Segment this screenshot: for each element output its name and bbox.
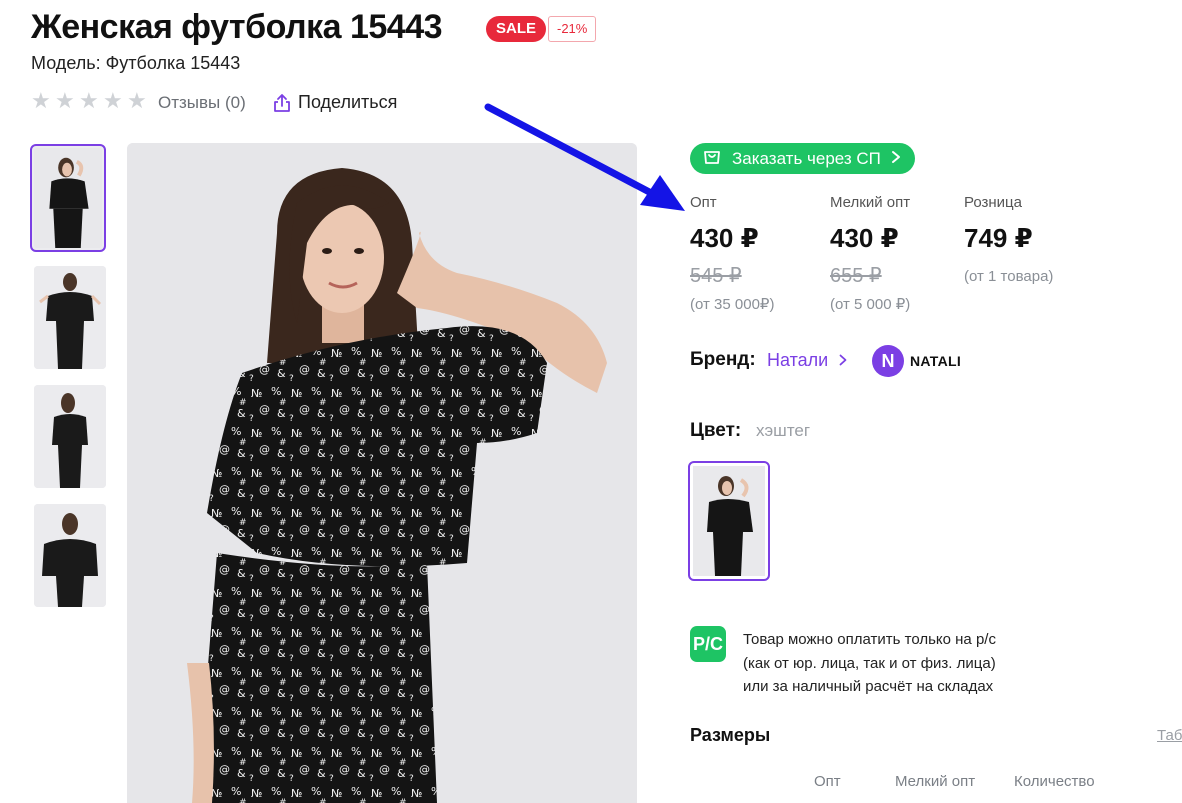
price-old: 655 ₽ (830, 265, 882, 287)
brand-logo-icon: N (872, 345, 904, 377)
brand-label: Бренд: (690, 349, 756, 370)
product-model: Модель: Футболка 15443 (31, 53, 241, 73)
payment-note-line: или за наличный расчёт на складах (743, 678, 994, 695)
order-button-label: Заказать через СП (732, 148, 881, 168)
price-value: 430 ₽ (690, 223, 759, 253)
chevron-right-icon (891, 149, 901, 169)
reviews-link[interactable]: Отзывы (0) (158, 93, 246, 113)
star-icon[interactable]: ★ (55, 90, 75, 112)
brand-link[interactable]: Натали (767, 350, 847, 371)
gallery-thumbnail[interactable] (34, 504, 106, 607)
price-old: 545 ₽ (690, 265, 742, 287)
sizes-title: Размеры (690, 725, 771, 745)
cart-icon (702, 146, 722, 171)
thumbnail-image (34, 504, 106, 607)
sizes-column-header: Опт (814, 773, 841, 790)
price-value: 430 ₽ (830, 223, 899, 253)
brand-logo[interactable]: N NATALI (872, 345, 961, 377)
sale-badge: SALE (486, 16, 547, 42)
price-note: (от 35 000₽) (690, 296, 775, 313)
color-value: хэштег (756, 421, 811, 440)
chevron-right-icon (839, 350, 847, 371)
color-label: Цвет: (690, 420, 742, 441)
price-note: (от 1 товара) (964, 268, 1054, 285)
color-swatch-image (693, 466, 765, 576)
star-icon[interactable]: ★ (31, 90, 51, 112)
arrow-annotation (484, 103, 685, 211)
brand-logo-text: NATALI (910, 353, 962, 369)
price-label: Опт (690, 194, 717, 211)
price-label: Розница (964, 194, 1022, 211)
share-button[interactable]: Поделиться (273, 92, 397, 113)
price-label: Мелкий опт (830, 194, 911, 211)
price-small-wholesale: Мелкий опт 430 ₽ 655 ₽ (от 5 000 ₽) (830, 194, 910, 313)
star-icon[interactable]: ★ (103, 90, 123, 112)
main-product-photo[interactable]: № % @ & ? # (127, 143, 637, 803)
product-title: Женская футболка 15443 (31, 8, 443, 46)
price-retail: Розница 749 ₽ (от 1 товара) (964, 194, 1053, 285)
order-via-sp-button[interactable]: Заказать через СП (690, 143, 915, 174)
size-table-link[interactable]: Таб (1157, 727, 1182, 744)
gallery-thumbnail[interactable] (30, 144, 106, 252)
payment-note: Товар можно оплатить только на р/с (как … (743, 628, 996, 699)
sizes-column-header: Мелкий опт (895, 773, 976, 790)
payment-note-line: Товар можно оплатить только на р/с (743, 631, 996, 648)
thumbnail-image (34, 148, 102, 248)
payment-rs-icon: Р/С (690, 626, 726, 662)
price-note: (от 5 000 ₽) (830, 296, 911, 313)
gallery-thumbnail[interactable] (34, 385, 106, 488)
thumbnail-image (34, 266, 106, 369)
star-icon[interactable]: ★ (127, 90, 147, 112)
price-wholesale: Опт 430 ₽ 545 ₽ (от 35 000₽) (690, 194, 774, 313)
share-label: Поделиться (298, 92, 398, 112)
color-swatch[interactable] (688, 461, 770, 581)
sizes-column-header: Количество (1014, 773, 1095, 790)
price-value: 749 ₽ (964, 223, 1033, 253)
discount-badge: -21% (548, 16, 597, 42)
brand-link-label: Натали (767, 350, 829, 370)
gallery-thumbnail[interactable] (34, 266, 106, 369)
thumbnail-image (34, 385, 106, 488)
payment-note-line: (как от юр. лица, так и от физ. лица) (743, 654, 996, 672)
share-icon (273, 93, 291, 113)
star-icon[interactable]: ★ (79, 90, 99, 112)
rating-stars[interactable]: ★ ★ ★ ★ ★ (31, 90, 147, 112)
